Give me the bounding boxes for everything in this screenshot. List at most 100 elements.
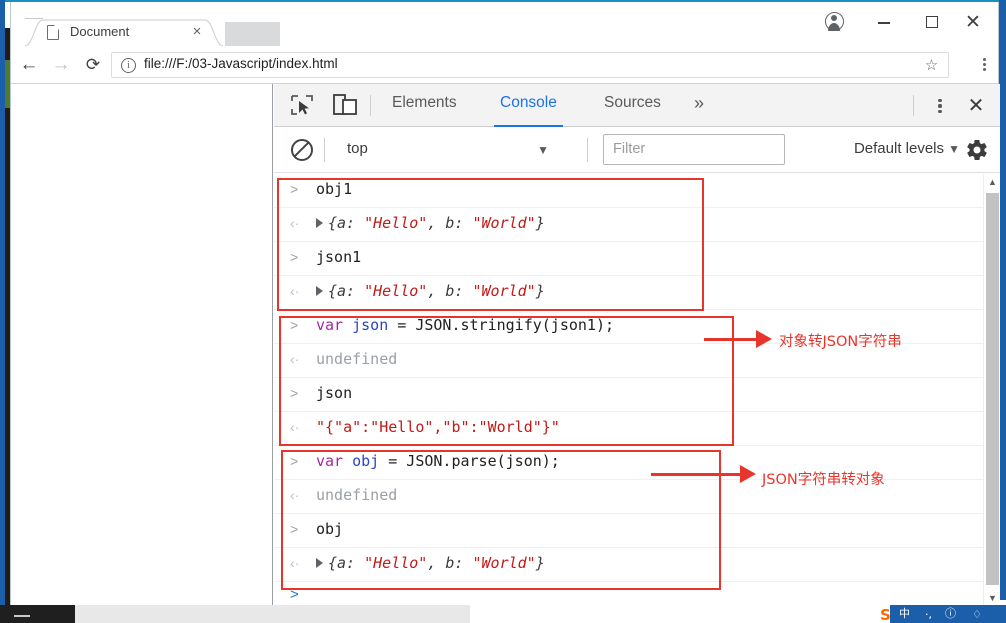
console-row-text: obj [316,520,343,538]
ime-lang-label[interactable]: 中 [899,605,910,621]
console-output-row[interactable]: ‹· undefined [274,480,1000,514]
filterbar-divider-1 [324,138,325,162]
console-text-segment: "{"a":"Hello","b":"World"}" [316,418,560,436]
console-text-segment: var [316,316,353,334]
minimize-icon[interactable] [878,22,890,24]
back-button[interactable]: ← [17,53,41,77]
console-text-segment: undefined [316,486,398,504]
console-row-text: {a: "Hello", b: "World"} [316,282,545,300]
browser-window: Document × ✕ ← → ⟳ i file:///F:/03-Javas… [10,2,1000,607]
reload-button[interactable]: ⟳ [81,53,105,77]
console-prompt-icon: > [290,586,299,603]
annotation-label-2: JSON字符串转对象 [762,472,885,488]
console-text-segment: } [535,214,545,232]
console-row-text: json [316,384,352,402]
console-output-row[interactable]: ‹· {a: "Hello", b: "World"} [274,548,1000,582]
inspect-element-icon[interactable] [290,94,314,116]
console-input-row[interactable]: > json1 [274,242,1000,276]
devtools-close-icon[interactable]: ✕ [964,94,988,118]
console-input-marker-icon: > [290,521,299,537]
browser-tab-document[interactable]: Document × [25,18,223,48]
console-row-text: {a: "Hello", b: "World"} [316,214,545,232]
console-input-row[interactable]: > obj1 [274,174,1000,208]
forward-button[interactable]: → [49,53,73,77]
expand-triangle-icon[interactable] [316,217,323,228]
expand-triangle-icon[interactable] [316,557,323,568]
scroll-up-icon[interactable]: ▲ [984,174,1001,191]
desktop-right-edge [999,0,1006,600]
console-row-text: undefined [316,486,397,504]
console-text-segment: {a: [328,282,365,300]
console-text-segment: , b: [427,214,473,232]
log-levels-label[interactable]: Default levels [854,140,944,157]
console-text-segment: , b: [427,554,473,572]
console-output-marker-icon: ‹· [290,555,300,571]
console-text-segment: json [352,316,389,334]
devtools-tabbar: Elements Console Sources » ✕ [274,84,1000,127]
clear-console-icon[interactable] [291,139,313,161]
sogou-ime-icon[interactable]: S [880,606,898,623]
close-icon[interactable]: ✕ [962,12,984,34]
console-prompt-row[interactable]: > [274,582,1000,607]
chevron-down-icon: ▼ [537,143,549,157]
console-row-text: "{"a":"Hello","b":"World"}" [316,418,560,436]
console-input-row[interactable]: > json [274,378,1000,412]
console-text-segment: } [535,282,545,300]
console-input-row[interactable]: > var obj = JSON.parse(json); [274,446,1000,480]
toggle-device-toolbar-icon[interactable] [332,93,358,117]
address-bar[interactable]: i file:///F:/03-Javascript/index.html ☆ [111,52,949,78]
console-output-marker-icon: ‹· [290,419,300,435]
page-info-icon[interactable]: i [121,58,136,73]
console-output-row[interactable]: ‹· "{"a":"Hello","b":"World"}" [274,412,1000,446]
devtools-tabbar-divider-right [913,95,914,116]
tab-console[interactable]: Console [494,94,563,127]
console-output-row[interactable]: ‹· {a: "Hello", b: "World"} [274,276,1000,310]
console-scrollbar[interactable]: ▲ ▼ [983,174,1000,607]
console-output-marker-icon: ‹· [290,351,300,367]
console-row-text: {a: "Hello", b: "World"} [316,554,545,572]
scrollbar-thumb[interactable] [986,193,999,585]
console-text-segment: undefined [316,350,398,368]
console-row-text: var json = JSON.stringify(json1); [316,316,614,334]
console-output-row[interactable]: ‹· {a: "Hello", b: "World"} [274,208,1000,242]
address-bar-url: file:///F:/03-Javascript/index.html [144,56,338,71]
ime-toolbox-icon[interactable]: ♢ [972,608,982,621]
tab-sources[interactable]: Sources [604,94,661,127]
new-tab-placeholder[interactable] [225,22,280,48]
bookmark-star-icon[interactable]: ☆ [923,57,940,74]
console-input-row[interactable]: > obj [274,514,1000,548]
console-filter-input[interactable]: Filter [603,134,785,165]
taskbar-start-area[interactable] [0,605,75,623]
maximize-icon[interactable] [926,16,938,28]
console-text-segment: {a: [328,554,365,572]
console-filter-placeholder: Filter [613,141,646,157]
screen: Document × ✕ ← → ⟳ i file:///F:/03-Javas… [0,0,1006,623]
expand-triangle-icon[interactable] [316,285,323,296]
console-text-segment: "World" [472,554,536,572]
ime-settings-icon[interactable]: ⓘ [945,605,956,621]
profile-icon[interactable] [825,12,844,32]
execution-context-select[interactable]: top ▼ [336,136,557,164]
tab-close-icon[interactable]: × [189,24,205,40]
console-text-segment: obj1 [316,180,353,198]
annotation-label-1: 对象转JSON字符串 [779,334,902,350]
log-levels-chevron-down-icon[interactable]: ▼ [948,142,960,156]
tab-elements[interactable]: Elements [392,94,457,127]
console-text-segment: json [316,384,353,402]
devtools-menu-icon[interactable] [932,96,948,116]
console-input-marker-icon: > [290,385,299,401]
console-text-segment: json1 [316,248,362,266]
console-text-segment: , b: [427,282,473,300]
more-tabs-icon[interactable]: » [694,93,704,114]
taskbar-ime-tray[interactable]: 中 ·, ⓘ ♢ [890,605,1006,623]
start-button-icon[interactable] [14,615,30,617]
page-icon [47,25,59,40]
browser-menu-icon[interactable] [976,56,992,74]
console-text-segment: "World" [472,214,536,232]
console-output[interactable]: > obj1 ‹· {a: "Hello", b: "World"} > json1 ‹·{… [274,174,1000,607]
gear-icon[interactable] [965,138,989,162]
ime-punct-icon[interactable]: ·, [925,608,932,621]
console-text-segment: var [316,452,353,470]
devtools-tabbar-divider-left [370,95,371,116]
console-text-segment: } [535,554,545,572]
